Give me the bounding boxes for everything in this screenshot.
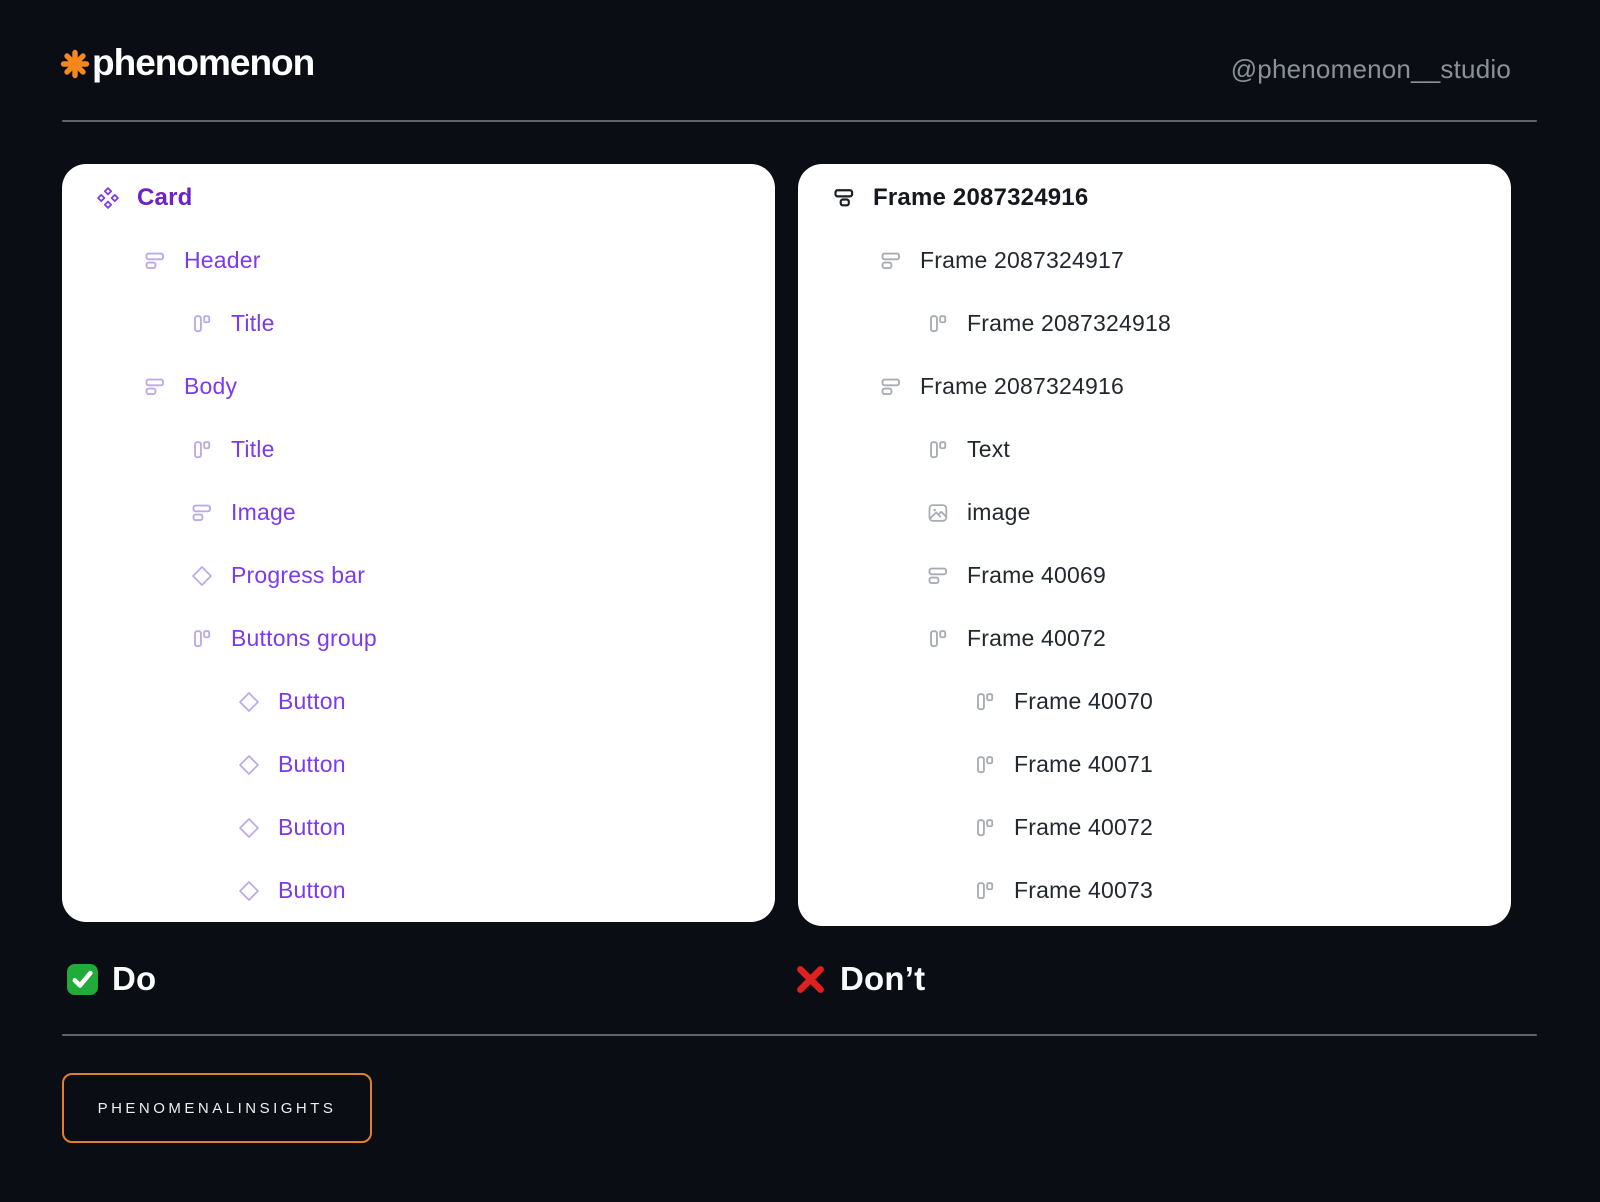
cross-mark-icon <box>797 965 824 993</box>
layer-row-image: image <box>798 481 1511 544</box>
do-caption: Do <box>66 954 156 1004</box>
hlayout-icon <box>190 627 214 651</box>
layer-label: Frame 2087324918 <box>967 310 1171 336</box>
dont-panel-layer-tree: Frame 2087324916 Frame 2087324917 Frame 20… <box>798 164 1511 926</box>
layer-row-button: Button <box>62 796 775 859</box>
layer-row-title: Title <box>62 418 775 481</box>
layer-label: Frame 2087324916 <box>920 373 1124 399</box>
layer-label: Header <box>184 247 261 273</box>
layer-label: Progress bar <box>231 562 366 588</box>
hlayout-icon <box>926 627 950 651</box>
layer-label: Frame 40071 <box>1014 751 1153 777</box>
frame-icon <box>926 564 950 588</box>
hlayout-icon <box>190 312 214 336</box>
phenomenalinsights-tag-button[interactable]: PHENOMENALINSIGHTS <box>62 1073 372 1143</box>
diamond-icon <box>237 879 261 903</box>
layer-row-frame-40072: Frame 40072 <box>798 796 1511 859</box>
layer-label: Frame 2087324917 <box>920 247 1124 273</box>
social-handle[interactable]: @phenomenon__studio <box>1231 54 1511 85</box>
layer-label: Button <box>278 814 346 840</box>
page: phenomenon @phenomenon__studio Card Heade… <box>0 0 1600 1202</box>
asterisk-logo-icon <box>60 49 90 79</box>
layer-row-body: Body <box>62 355 775 418</box>
hlayout-icon <box>973 753 997 777</box>
layer-row-header: Header <box>62 229 775 292</box>
layer-row-frame-40072: Frame 40072 <box>798 607 1511 670</box>
layer-row-progress-bar: Progress bar <box>62 544 775 607</box>
frame-header-icon <box>832 186 856 210</box>
dont-caption: Don’t <box>794 954 925 1004</box>
frame-icon <box>190 501 214 525</box>
layer-row-title: Title <box>62 292 775 355</box>
layer-label: Button <box>278 877 346 903</box>
layer-label: Image <box>231 499 296 525</box>
diamond-icon <box>190 564 214 588</box>
hlayout-icon <box>973 879 997 903</box>
layer-label: Title <box>231 310 275 336</box>
layer-row-frame-2087324916: Frame 2087324916 <box>798 355 1511 418</box>
layer-row-frame-40073: Frame 40073 <box>798 859 1511 922</box>
image-icon <box>926 501 950 525</box>
layer-label: Buttons group <box>231 625 377 651</box>
diamond-icon <box>237 690 261 714</box>
layer-row-frame-40071: Frame 40071 <box>798 733 1511 796</box>
bottom-divider <box>62 1034 1537 1036</box>
do-panel-layer-tree: Card Header Title Body Title Image Progress ba… <box>62 164 775 922</box>
layer-row-frame-2087324918: Frame 2087324918 <box>798 292 1511 355</box>
layer-row-button: Button <box>62 859 775 922</box>
diamond-icon <box>237 816 261 840</box>
layer-row-button: Button <box>62 670 775 733</box>
hlayout-icon <box>973 816 997 840</box>
hlayout-icon <box>190 438 214 462</box>
layer-row-card: Card <box>62 166 775 229</box>
hlayout-icon <box>926 312 950 336</box>
layer-row-frame-40069: Frame 40069 <box>798 544 1511 607</box>
layer-row-button: Button <box>62 733 775 796</box>
layer-row-frame-2087324917: Frame 2087324917 <box>798 229 1511 292</box>
hlayout-icon <box>973 690 997 714</box>
logo-text: phenomenon <box>92 42 315 83</box>
frame-icon <box>879 249 903 273</box>
component-icon <box>96 186 120 210</box>
layer-label: Button <box>278 688 346 714</box>
layer-row-text: Text <box>798 418 1511 481</box>
layer-label: Frame 40073 <box>1014 877 1153 903</box>
layer-label: Body <box>184 373 238 399</box>
layer-label: Frame 40072 <box>967 625 1106 651</box>
logo: phenomenon <box>60 42 315 83</box>
frame-icon <box>143 375 167 399</box>
diamond-icon <box>237 753 261 777</box>
layer-label: Frame 40069 <box>967 562 1106 588</box>
layer-label: Button <box>278 751 346 777</box>
layer-label: Frame 40072 <box>1014 814 1153 840</box>
layer-label: image <box>967 499 1031 525</box>
frame-icon <box>143 249 167 273</box>
layer-label: Card <box>137 183 193 211</box>
layer-label: Frame 2087324916 <box>873 183 1089 211</box>
layer-label: Frame 40070 <box>1014 688 1153 714</box>
layer-row-frame-40070: Frame 40070 <box>798 670 1511 733</box>
layer-label: Text <box>967 436 1010 462</box>
do-caption-label: Do <box>112 960 157 997</box>
dont-caption-label: Don’t <box>840 960 926 997</box>
top-divider <box>62 120 1537 122</box>
layer-row-buttons-group: Buttons group <box>62 607 775 670</box>
check-mark-icon <box>67 963 98 995</box>
layer-row-image: Image <box>62 481 775 544</box>
layer-row-frame-2087324916: Frame 2087324916 <box>798 166 1511 229</box>
layer-label: Title <box>231 436 275 462</box>
hlayout-icon <box>926 438 950 462</box>
frame-icon <box>879 375 903 399</box>
